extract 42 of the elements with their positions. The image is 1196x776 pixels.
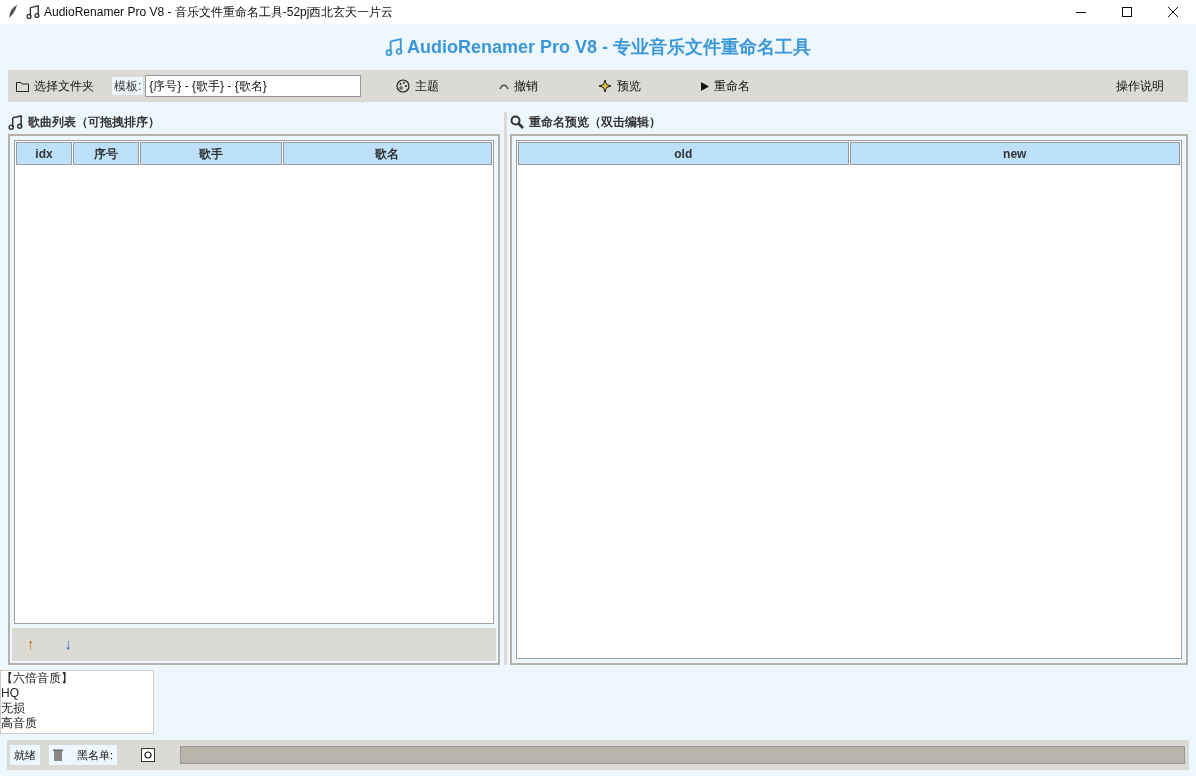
quality-item[interactable]: 高音质 (1, 716, 153, 731)
template-label: 模板: (112, 77, 144, 95)
choose-folder-button[interactable]: 选择文件夹 (16, 77, 94, 95)
trash-icon (53, 749, 63, 761)
undo-arc-icon (499, 82, 510, 90)
music-note-icon (384, 38, 403, 56)
preview-button[interactable]: 预览 (598, 77, 642, 95)
column-header[interactable]: 歌名 (282, 142, 492, 165)
refresh-icon (144, 751, 153, 759)
quality-item[interactable]: HQ (1, 686, 153, 701)
search-icon (510, 115, 524, 129)
folder-icon (16, 80, 29, 92)
column-header[interactable]: new (849, 142, 1180, 165)
quality-item[interactable]: 【六倍音质】 (1, 671, 153, 686)
music-note-icon (8, 114, 23, 130)
help-button[interactable]: 操作说明 (1116, 77, 1164, 95)
close-icon (1168, 7, 1178, 17)
window-title: AudioRenamer Pro V8 - 音乐文件重命名工具-52pj西北玄天一片云 (44, 4, 394, 21)
refresh-button[interactable] (141, 748, 156, 762)
maximize-icon (1122, 7, 1132, 17)
column-header[interactable]: 序号 (73, 142, 139, 165)
undo-button[interactable]: 撤销 (499, 77, 539, 95)
app-title: AudioRenamer Pro V8 - 专业音乐文件重命名工具 (406, 35, 811, 59)
blacklist-label: 黑名单: (77, 747, 114, 763)
feather-icon (8, 5, 18, 19)
palette-icon (396, 79, 411, 93)
move-down-button[interactable]: ↓ (64, 633, 72, 656)
minimize-icon (1076, 11, 1086, 13)
rename-button[interactable]: 重命名 (701, 77, 751, 95)
play-icon (701, 81, 710, 91)
column-header[interactable]: idx (16, 142, 73, 165)
template-field[interactable]: {序号} - {歌手} - {歌名} (145, 75, 362, 97)
column-header[interactable]: old (518, 142, 849, 165)
theme-button[interactable]: 主题 (396, 77, 440, 95)
panel-title: 歌曲列表（可拖拽排序） (28, 114, 160, 131)
column-header[interactable]: 歌手 (139, 142, 282, 165)
quality-list[interactable]: 【六倍音质】 HQ 无损 高音质 (0, 670, 154, 734)
quality-item[interactable]: 无损 (1, 701, 153, 716)
sparkle-icon (598, 79, 613, 93)
music-note-icon (26, 5, 40, 19)
panel-title: 重命名预览（双击编辑） (529, 114, 661, 131)
status-text: 就绪 (10, 744, 40, 766)
